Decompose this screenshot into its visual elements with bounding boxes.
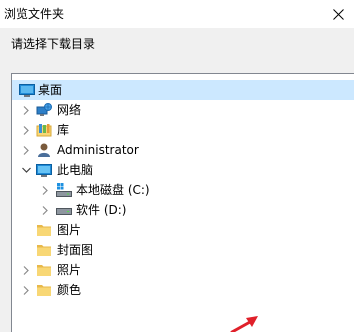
desktop-icon [19, 82, 35, 98]
computer-icon [36, 162, 52, 178]
browse-folder-dialog: 浏览文件夹 请选择下载目录 桌面 网络 库 Administrator 此电脑 … [0, 0, 354, 332]
network-icon [36, 102, 52, 118]
tree-item-label: 封面图 [57, 243, 94, 257]
tree-item-label: 图片 [57, 223, 82, 237]
tree-item-network[interactable]: 网络 [12, 100, 354, 120]
tree-item-label: 库 [57, 123, 70, 137]
chevron-right-icon[interactable] [38, 180, 52, 200]
close-icon [332, 8, 344, 20]
windows-drive-icon [56, 182, 72, 198]
annotation-arrow-icon [228, 316, 264, 332]
chevron-down-icon[interactable] [19, 160, 33, 180]
tree-item-library[interactable]: 库 [12, 120, 354, 140]
tree-item-label: 网络 [57, 103, 82, 117]
close-button[interactable] [322, 0, 354, 28]
tree-item-label: 本地磁盘 (C:) [76, 183, 150, 197]
tree-item-this-pc[interactable]: 此电脑 [12, 160, 354, 180]
chevron-right-icon[interactable] [19, 140, 33, 160]
tree-item-label: 桌面 [38, 83, 63, 97]
tree-item-label: 此电脑 [57, 163, 94, 177]
tree-item-folder-photos[interactable]: 照片 [12, 260, 354, 280]
chevron-right-icon[interactable] [38, 200, 52, 220]
library-icon [36, 122, 52, 138]
title-bar[interactable]: 浏览文件夹 [0, 0, 354, 28]
tree-item-label: 照片 [57, 263, 82, 277]
chevron-right-icon[interactable] [19, 120, 33, 140]
user-icon [36, 142, 52, 158]
tree-item-drive-d[interactable]: 软件 (D:) [12, 200, 354, 220]
folder-tree[interactable]: 桌面 网络 库 Administrator 此电脑 本地磁盘 (C:) 软件 (… [11, 73, 354, 332]
tree-item-desktop[interactable]: 桌面 [12, 80, 354, 100]
drive-icon [56, 202, 72, 218]
tree-item-drive-c[interactable]: 本地磁盘 (C:) [12, 180, 354, 200]
tree-item-administrator[interactable]: Administrator [12, 140, 354, 160]
folder-icon [36, 242, 52, 258]
window-title: 浏览文件夹 [4, 7, 65, 21]
prompt-text: 请选择下载目录 [11, 37, 96, 51]
chevron-right-icon[interactable] [19, 280, 33, 300]
folder-icon [36, 222, 52, 238]
tree-item-folder-cover[interactable]: 封面图 [12, 240, 354, 260]
tree-item-label: 软件 (D:) [76, 203, 127, 217]
chevron-right-icon[interactable] [19, 260, 33, 280]
chevron-right-icon[interactable] [19, 100, 33, 120]
folder-icon [36, 262, 52, 278]
tree-item-folder-colors[interactable]: 颜色 [12, 280, 354, 300]
folder-icon [36, 282, 52, 298]
tree-item-folder-pictures[interactable]: 图片 [12, 220, 354, 240]
tree-item-label: Administrator [57, 143, 139, 157]
tree-item-label: 颜色 [57, 283, 82, 297]
